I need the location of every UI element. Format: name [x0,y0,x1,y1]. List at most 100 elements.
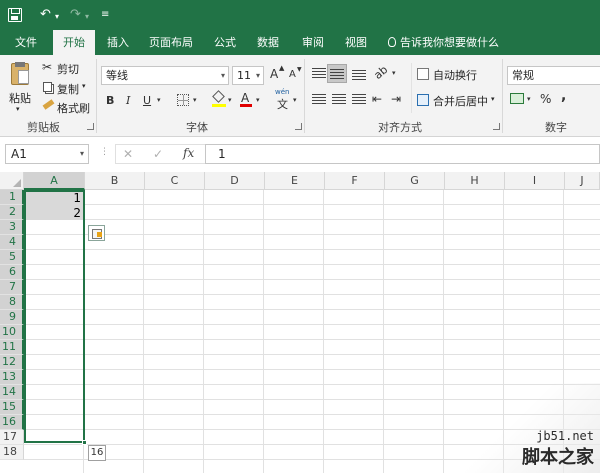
phonetic-char: 文 [277,98,288,111]
fill-handle[interactable] [82,440,87,445]
column-header[interactable]: I [505,172,565,190]
row-header[interactable]: 17 [0,430,24,445]
group-separator [96,59,97,133]
underline-button[interactable]: U [143,94,151,107]
column-header[interactable]: A [24,172,85,190]
orientation-icon[interactable]: ab [371,63,390,82]
orientation-dropdown-icon[interactable]: ▾ [392,69,396,77]
copy-label: 复制 [57,83,79,96]
row-header[interactable]: 12 [0,355,24,370]
number-format-select[interactable]: 常规 [507,66,600,85]
font-size-select[interactable]: 11 ▾ [232,66,264,85]
currency-dropdown-icon[interactable]: ▾ [527,95,531,103]
paste-button[interactable]: 粘贴 ▾ [6,61,34,113]
column-header[interactable]: H [445,172,505,190]
align-right-icon[interactable] [352,94,366,105]
row-header[interactable]: 15 [0,400,24,415]
font-launcher-icon[interactable] [295,123,302,130]
formula-bar: A1 ▾ ⋮ ✕ ✓ fx 1 [0,137,600,172]
clipboard-launcher-icon[interactable] [87,123,94,130]
enter-icon[interactable]: ✓ [153,147,163,161]
merge-icon [417,94,429,106]
tab-data[interactable]: 数据 [251,30,285,55]
row-header[interactable]: 1 [0,190,24,205]
align-center-icon[interactable] [332,94,346,105]
spreadsheet-grid[interactable]: A B C D E F G H I J 1 2 3 4 5 6 7 8 9 10… [0,172,600,473]
cut-button[interactable]: ✂ 剪切 [40,60,80,76]
alignment-launcher-icon[interactable] [493,123,500,130]
wrap-text-button[interactable]: 自动换行 [416,66,486,83]
name-box[interactable]: A1 ▾ [5,144,89,164]
font-color-icon[interactable]: A [240,91,252,107]
row-header[interactable]: 18 [0,445,24,460]
format-painter-button[interactable]: 格式刷 [40,99,92,115]
column-header[interactable]: F [325,172,385,190]
fill-color-dropdown-icon[interactable]: ▾ [228,96,232,104]
shrink-font-button[interactable]: A [289,69,296,80]
row-header[interactable]: 13 [0,370,24,385]
customize-qat-icon[interactable]: ≡ [101,6,109,24]
row-header[interactable]: 5 [0,250,24,265]
align-left-icon[interactable] [312,94,326,105]
select-all-button[interactable] [0,172,24,190]
cancel-icon[interactable]: ✕ [123,147,133,161]
undo-dropdown-icon[interactable]: ▾ [55,8,59,26]
merge-center-button[interactable]: 合并后居中 ▾ [416,92,498,109]
column-header[interactable]: E [265,172,325,190]
row-header[interactable]: 4 [0,235,24,250]
formula-input[interactable]: 1 [205,144,600,164]
font-group-label: 字体 [186,121,208,134]
phonetic-dropdown-icon[interactable]: ▾ [293,96,297,104]
decrease-indent-icon[interactable]: ⇤ [372,92,382,106]
italic-button[interactable]: I [126,94,130,107]
tab-page-layout[interactable]: 页面布局 [143,30,199,55]
percent-button[interactable]: % [540,92,551,106]
tab-file[interactable]: 文件 [8,30,44,55]
borders-dropdown-icon[interactable]: ▾ [193,96,197,104]
align-top-icon[interactable] [312,68,326,79]
insert-function-button[interactable]: fx [183,146,194,160]
align-bottom-icon[interactable] [352,70,366,81]
underline-dropdown-icon[interactable]: ▾ [157,96,161,104]
row-header[interactable]: 14 [0,385,24,400]
column-header[interactable]: C [145,172,205,190]
row-header[interactable]: 8 [0,295,24,310]
number-format-value: 常规 [512,69,534,82]
currency-icon[interactable] [510,93,524,104]
row-header[interactable]: 11 [0,340,24,355]
tab-formulas[interactable]: 公式 [208,30,242,55]
row-header[interactable]: 16 [0,415,24,430]
grow-font-button[interactable]: A [270,67,278,81]
font-name-select[interactable]: 等线 ▾ [101,66,229,85]
comma-style-button[interactable]: , [561,88,566,104]
column-header[interactable]: D [205,172,265,190]
formula-bar-grip-icon[interactable]: ⋮ [100,147,109,157]
wrap-text-icon [417,68,429,80]
row-header[interactable]: 6 [0,265,24,280]
row-header[interactable]: 3 [0,220,24,235]
undo-icon[interactable]: ↶ [40,6,51,24]
borders-icon[interactable] [177,94,189,106]
column-header[interactable]: G [385,172,445,190]
row-header[interactable]: 7 [0,280,24,295]
save-icon[interactable] [8,8,22,22]
bold-button[interactable]: B [106,94,114,107]
copy-button[interactable]: 复制 ▾ [40,80,90,96]
redo-icon: ↷ [70,7,81,22]
tab-review[interactable]: 审阅 [296,30,330,55]
tab-insert[interactable]: 插入 [100,30,136,55]
quick-analysis-icon[interactable] [88,225,105,241]
merge-center-label: 合并后居中 [433,95,488,108]
fill-color-icon[interactable] [212,90,226,107]
font-color-dropdown-icon[interactable]: ▾ [256,96,260,104]
row-header[interactable]: 9 [0,310,24,325]
paste-dropdown-icon: ▾ [16,105,20,113]
row-header[interactable]: 2 [0,205,24,220]
column-header[interactable]: B [85,172,145,190]
tell-me-box[interactable]: 告诉我你想要做什么 [388,30,506,55]
row-header[interactable]: 10 [0,325,24,340]
column-header[interactable]: J [565,172,600,190]
tab-view[interactable]: 视图 [339,30,373,55]
increase-indent-icon[interactable]: ⇥ [391,92,401,106]
tab-home[interactable]: 开始 [53,30,95,55]
